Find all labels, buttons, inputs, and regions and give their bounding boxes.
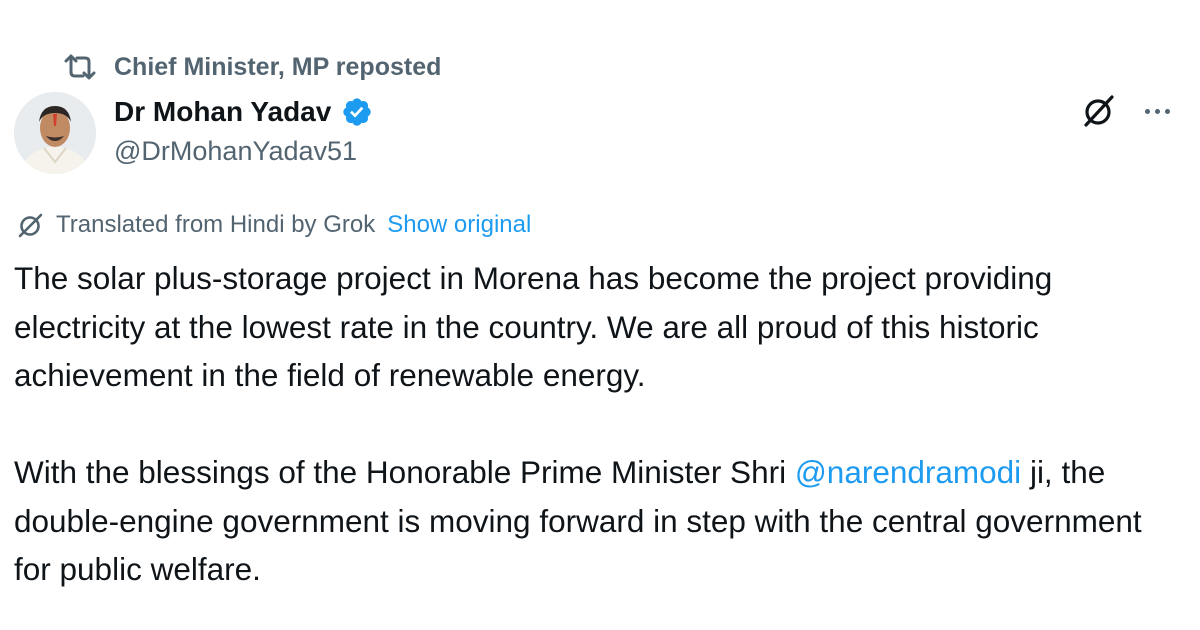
translated-label: Translated from Hindi by Grok: [56, 211, 376, 238]
avatar[interactable]: [14, 92, 96, 174]
repost-icon: [64, 54, 96, 80]
grok-icon[interactable]: [1080, 92, 1118, 130]
mention-link[interactable]: @narendramodi: [795, 454, 1021, 490]
author-handle[interactable]: @DrMohanYadav51: [114, 136, 357, 167]
repost-indicator[interactable]: Chief Minister, MP reposted: [62, 50, 441, 84]
grok-translate-icon: [18, 213, 43, 238]
more-dot: [1144, 108, 1150, 114]
translation-notice: Translated from Hindi by Grok Show origi…: [16, 208, 531, 242]
avatar-image: [14, 92, 96, 174]
tweet-text-segment: With the blessings of the Honorable Prim…: [14, 454, 795, 490]
more-dot: [1154, 108, 1160, 114]
verified-badge-icon[interactable]: [341, 96, 373, 128]
show-original-link[interactable]: Show original: [387, 211, 531, 239]
author-display-name[interactable]: Dr Mohan Yadav: [114, 96, 331, 128]
author-name-row[interactable]: Dr Mohan Yadav: [114, 92, 373, 132]
more-dot: [1164, 108, 1170, 114]
repost-label: Chief Minister, MP reposted: [114, 52, 442, 81]
tweet-paragraph-1: The solar plus-storage project in Morena…: [14, 260, 1053, 393]
tweet-paragraph-2: With the blessings of the Honorable Prim…: [14, 448, 1186, 594]
tweet-text: The solar plus-storage project in Morena…: [14, 254, 1186, 594]
more-icon[interactable]: [1136, 92, 1178, 130]
